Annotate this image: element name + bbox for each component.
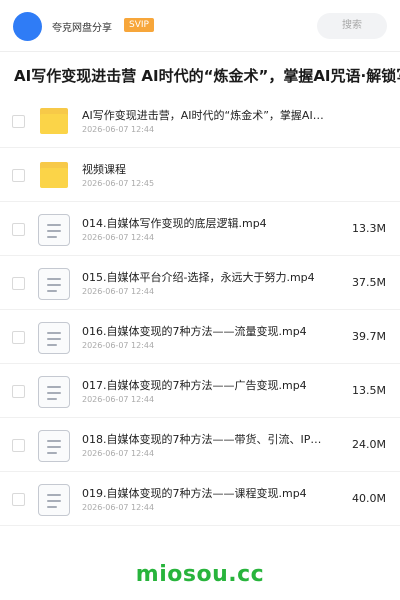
svip-badge: SVIP xyxy=(124,18,154,32)
document-icon xyxy=(38,430,70,462)
row-checkbox[interactable] xyxy=(12,439,25,452)
file-name: 视频课程 xyxy=(82,163,126,176)
list-item-file[interactable]: 019.自媒体变现的7种方法——课程变现.mp4 2026-06-07 12:4… xyxy=(0,472,400,526)
file-name: 018.自媒体变现的7种方法——带货、引流、IP变现.mp4 xyxy=(82,433,332,446)
file-name: AI写作变现进击营，AI时代的“炼金术”，掌握AI咒语·解锁写作变现 xyxy=(82,109,332,122)
list-item-file[interactable]: 018.自媒体变现的7种方法——带货、引流、IP变现.mp4 2026-06-0… xyxy=(0,418,400,472)
row-checkbox[interactable] xyxy=(12,493,25,506)
file-name: 019.自媒体变现的7种方法——课程变现.mp4 xyxy=(82,487,307,500)
document-icon xyxy=(38,484,70,516)
file-date: 2026-06-07 12:44 xyxy=(82,341,155,350)
file-name: 016.自媒体变现的7种方法——流量变现.mp4 xyxy=(82,325,307,338)
list-item-file[interactable]: 016.自媒体变现的7种方法——流量变现.mp4 2026-06-07 12:4… xyxy=(0,310,400,364)
file-size: 13.5M xyxy=(352,384,386,397)
file-size: 37.5M xyxy=(352,276,386,289)
file-name: 014.自媒体写作变现的底层逻辑.mp4 xyxy=(82,217,267,230)
file-size: 24.0M xyxy=(352,438,386,451)
document-icon xyxy=(38,322,70,354)
document-icon xyxy=(38,376,70,408)
folder-icon xyxy=(40,108,68,134)
avatar[interactable] xyxy=(13,12,42,41)
file-date: 2026-06-07 12:44 xyxy=(82,125,155,134)
watermark: miosou.cc xyxy=(135,562,265,587)
file-date: 2026-06-07 12:44 xyxy=(82,233,155,242)
header-divider xyxy=(0,51,400,52)
list-item-file[interactable]: 015.自媒体平台介绍-选择，永远大于努力.mp4 2026-06-07 12:… xyxy=(0,256,400,310)
list-item-folder[interactable]: 视频课程 2026-06-07 12:45 xyxy=(0,148,400,202)
file-date: 2026-06-07 12:44 xyxy=(82,395,155,404)
file-name: 015.自媒体平台介绍-选择，永远大于努力.mp4 xyxy=(82,271,315,284)
document-icon xyxy=(38,214,70,246)
file-name: 017.自媒体变现的7种方法——广告变现.mp4 xyxy=(82,379,307,392)
row-checkbox[interactable] xyxy=(12,277,25,290)
page-title: AI写作变现进击营 AI时代的“炼金术”，掌握AI咒语·解锁写作变现 xyxy=(14,67,400,85)
row-checkbox[interactable] xyxy=(12,115,25,128)
row-checkbox[interactable] xyxy=(12,385,25,398)
list-item-file[interactable]: 014.自媒体写作变现的底层逻辑.mp4 2026-06-07 12:44 13… xyxy=(0,202,400,256)
user-name: 夸克网盘分享 xyxy=(52,23,112,34)
folder-icon xyxy=(40,162,68,188)
file-size: 40.0M xyxy=(352,492,386,505)
file-date: 2026-06-07 12:44 xyxy=(82,449,155,458)
list-item-folder[interactable]: AI写作变现进击营，AI时代的“炼金术”，掌握AI咒语·解锁写作变现 2026-… xyxy=(0,94,400,148)
file-date: 2026-06-07 12:44 xyxy=(82,503,155,512)
row-checkbox[interactable] xyxy=(12,223,25,236)
document-icon xyxy=(38,268,70,300)
row-checkbox[interactable] xyxy=(12,331,25,344)
row-checkbox[interactable] xyxy=(12,169,25,182)
search-input[interactable]: 搜索 xyxy=(317,13,387,39)
file-date: 2026-06-07 12:44 xyxy=(82,287,155,296)
file-date: 2026-06-07 12:45 xyxy=(82,179,155,188)
file-size: 13.3M xyxy=(352,222,386,235)
header-bar: 夸克网盘分享 SVIP 搜索 xyxy=(0,0,400,52)
file-list: AI写作变现进击营，AI时代的“炼金术”，掌握AI咒语·解锁写作变现 2026-… xyxy=(0,94,400,526)
file-size: 39.7M xyxy=(352,330,386,343)
list-item-file[interactable]: 017.自媒体变现的7种方法——广告变现.mp4 2026-06-07 12:4… xyxy=(0,364,400,418)
